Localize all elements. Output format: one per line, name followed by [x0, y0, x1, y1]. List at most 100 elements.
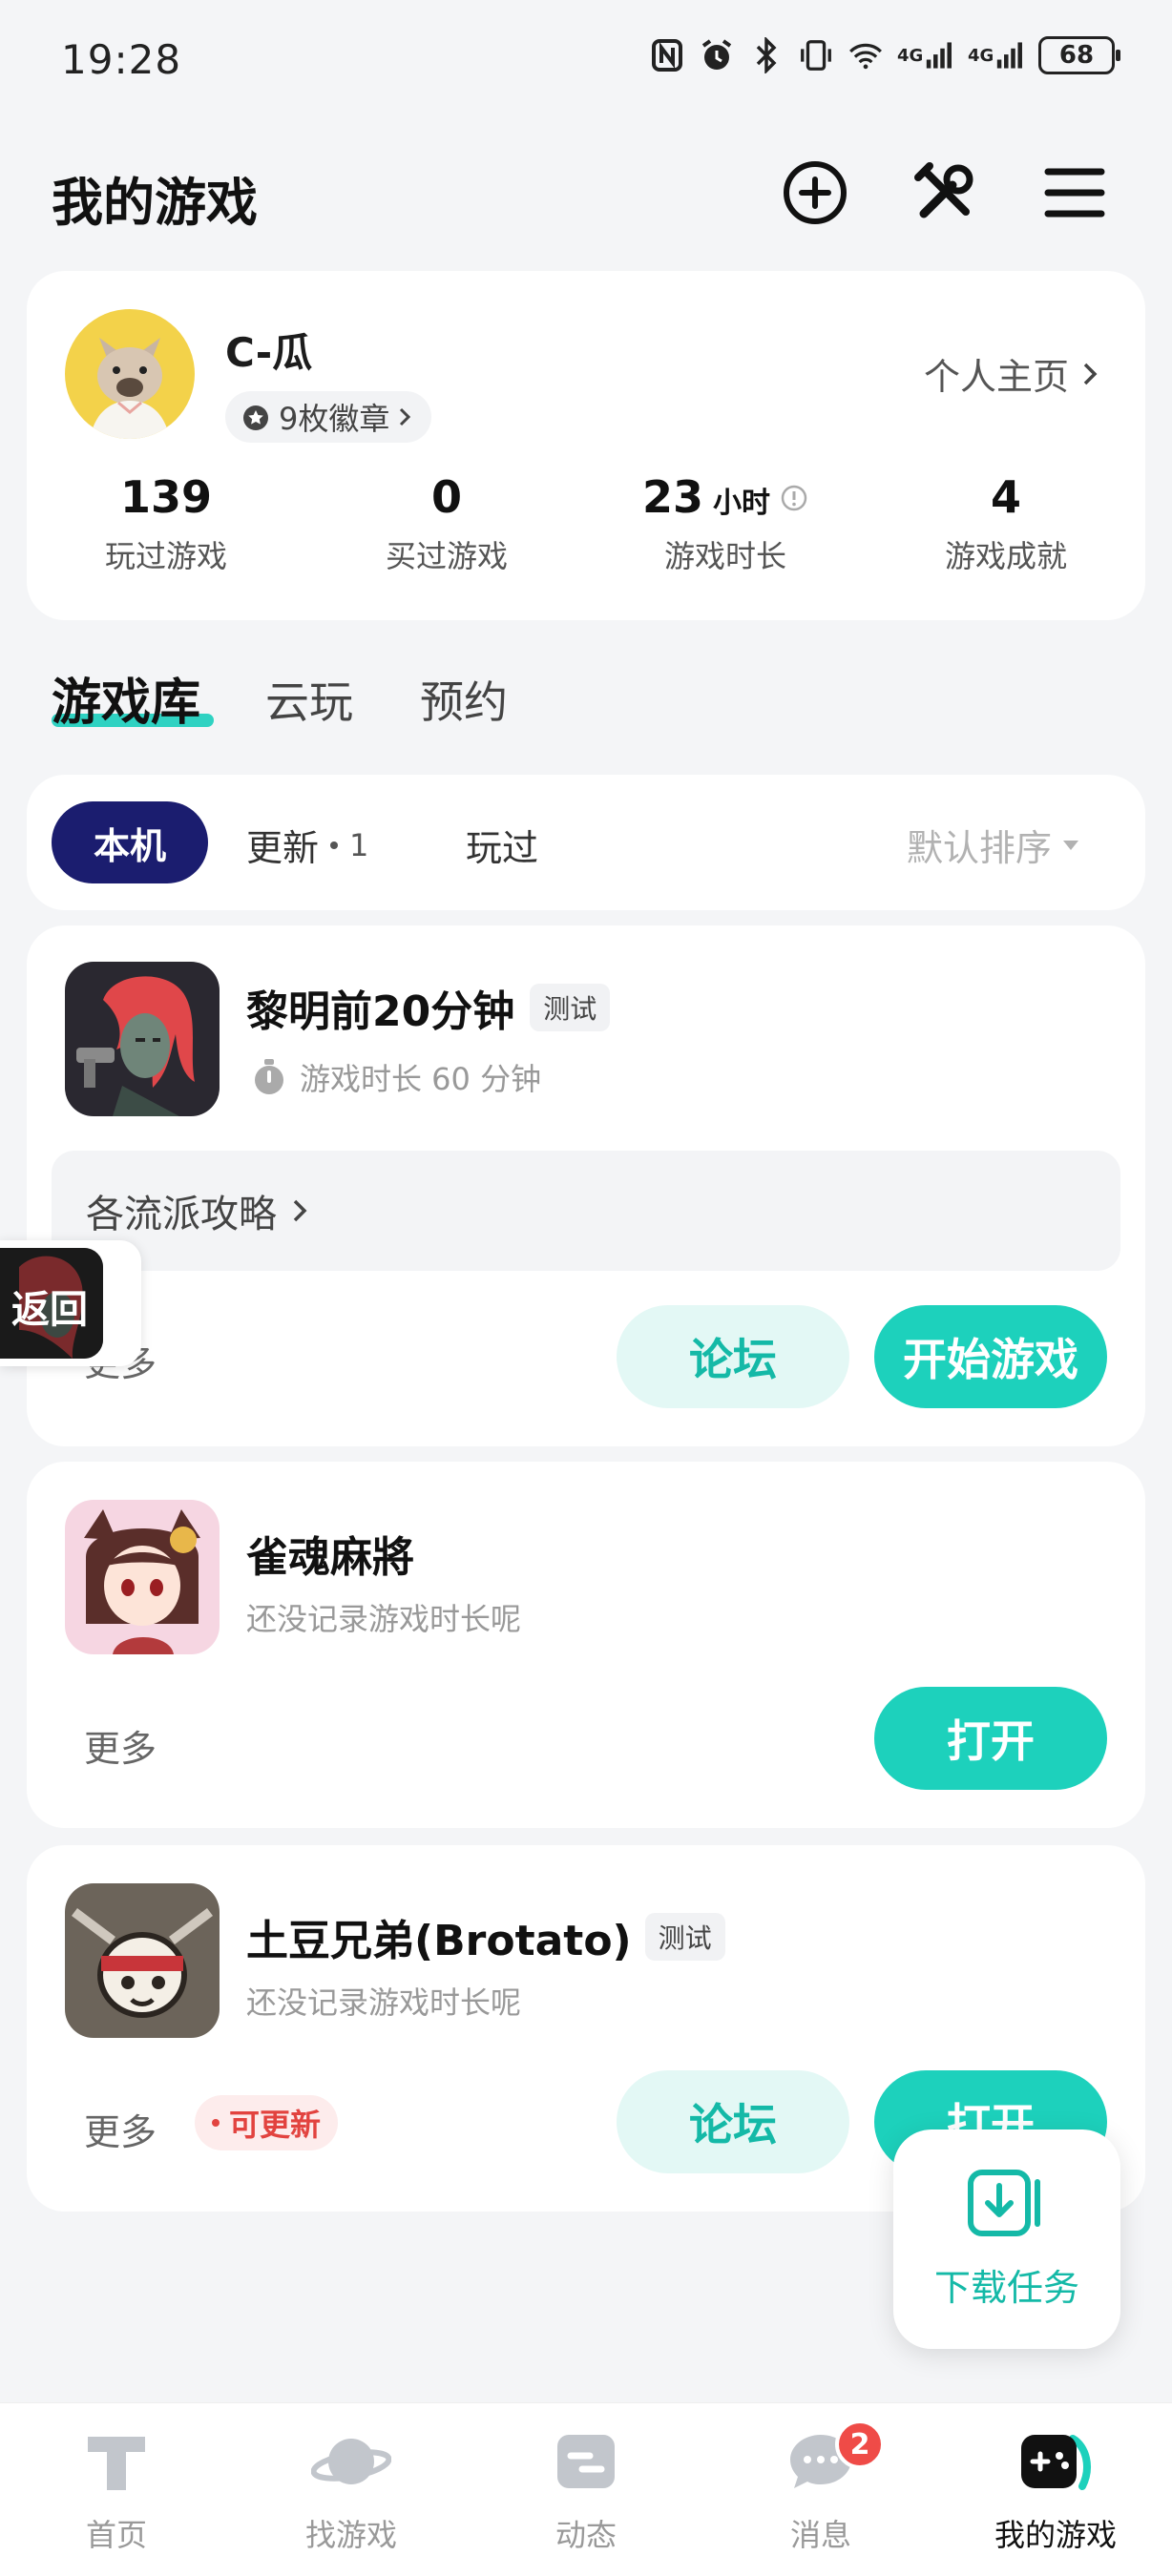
back-label: 返回: [11, 1288, 88, 1332]
network-label-1: 4G: [897, 45, 924, 66]
nav-messages[interactable]: 2 消息: [725, 2420, 916, 2555]
menu-button[interactable]: [1038, 156, 1111, 229]
game-playtime: 游戏时长 60 分钟: [250, 1055, 541, 1099]
forum-button[interactable]: 论坛: [617, 2070, 849, 2173]
signal-icon-2: 4G: [968, 36, 1025, 74]
alarm-icon: [699, 36, 735, 74]
nav-label: 动态: [555, 2517, 617, 2553]
download-tasks-label: 下载任务: [933, 2266, 1079, 2309]
download-tasks-button[interactable]: 下载任务: [893, 2129, 1120, 2349]
stat-value: 23: [641, 471, 703, 523]
avatar[interactable]: [65, 309, 195, 439]
home-icon: [88, 2437, 145, 2490]
more-link[interactable]: 更多: [84, 1719, 157, 1772]
stat-playtime[interactable]: 23 小时 游戏时长: [611, 471, 840, 576]
stat-played[interactable]: 139 玩过游戏: [52, 471, 281, 576]
stat-achievements[interactable]: 4 游戏成就: [891, 471, 1120, 576]
open-button[interactable]: 打开: [874, 1687, 1107, 1790]
nav-feed[interactable]: 动态: [491, 2429, 681, 2555]
red-dot: [212, 2119, 220, 2127]
updatable-tag[interactable]: 可更新: [195, 2095, 339, 2150]
tab-library[interactable]: 游戏库: [52, 662, 200, 734]
filter-update-count: 1: [349, 826, 369, 863]
forum-button[interactable]: 论坛: [617, 1305, 849, 1408]
page-title: 我的游戏: [52, 173, 258, 233]
nfc-icon: [649, 36, 685, 74]
planet-icon: [311, 2439, 391, 2484]
gamepad-icon: [1021, 2435, 1091, 2490]
bluetooth-icon: [748, 36, 785, 74]
stopwatch-icon: [255, 1059, 283, 1094]
filter-played[interactable]: 玩过: [466, 819, 538, 871]
download-icon: [968, 2169, 1040, 2236]
wifi-icon: [848, 36, 884, 74]
badge-count: 9枚徽章: [279, 401, 390, 437]
game-icon-brotato[interactable]: [65, 1883, 220, 2038]
network-label-2: 4G: [968, 45, 994, 66]
game-icon-mahjong[interactable]: [65, 1500, 220, 1654]
message-badge: 2: [835, 2420, 885, 2469]
username: C-瓜: [225, 329, 313, 376]
nav-find-games[interactable]: 找游戏: [256, 2429, 447, 2555]
stat-value: 0: [430, 471, 462, 523]
tab-cloud[interactable]: 云玩: [265, 668, 353, 731]
stat-bought[interactable]: 0 买过游戏: [332, 471, 561, 576]
guide-label: 各流派攻略: [86, 1193, 277, 1236]
stat-value: 4: [990, 471, 1021, 523]
game-name[interactable]: 黎明前20分钟: [246, 977, 514, 1038]
chevron-right-icon: [400, 407, 411, 426]
plus-circle-icon: [784, 161, 847, 224]
test-tag: 测试: [644, 1913, 725, 1961]
game-sub-text: 还没记录游戏时长呢: [246, 1984, 522, 2021]
status-icons: 4G 4G 68: [649, 36, 1120, 74]
game-sub-text: 还没记录游戏时长呢: [246, 1601, 522, 1637]
status-time: 19:28: [61, 36, 182, 83]
home-link-label: 个人主页: [923, 356, 1069, 398]
game-title-row: 土豆兄弟(Brotato) 测试: [246, 1906, 725, 1967]
game-name[interactable]: 土豆兄弟(Brotato): [246, 1906, 632, 1967]
tools-icon: [914, 162, 973, 218]
test-tag: 测试: [530, 984, 611, 1031]
stat-label: 游戏成就: [944, 538, 1067, 574]
chevron-right-icon: [1083, 363, 1098, 384]
nav-label: 找游戏: [304, 2517, 397, 2553]
filter-update-label: 更新: [246, 827, 320, 869]
vibrate-icon: [798, 36, 834, 74]
guide-link[interactable]: 各流派攻略: [52, 1151, 1120, 1271]
sort-label: 默认排序: [906, 827, 1052, 869]
game-title-row: 黎明前20分钟 测试: [246, 977, 611, 1038]
filter-local[interactable]: 本机: [52, 801, 208, 883]
stat-label: 游戏时长: [663, 538, 786, 574]
dot-separator: [330, 841, 339, 849]
info-icon[interactable]: [780, 484, 808, 512]
add-button[interactable]: [779, 156, 851, 229]
nav-label: 首页: [85, 2517, 147, 2553]
caret-down-icon: [1063, 840, 1078, 850]
profile-home-link[interactable]: 个人主页: [924, 347, 1099, 400]
updatable-label: 可更新: [229, 2107, 322, 2143]
chevron-right-icon: [293, 1199, 307, 1222]
start-game-button[interactable]: 开始游戏: [874, 1305, 1107, 1408]
more-link[interactable]: 更多: [84, 2103, 157, 2155]
feed-icon: [557, 2435, 615, 2488]
back-float[interactable]: 返回: [0, 1240, 141, 1366]
battery-level: 68: [1058, 41, 1095, 70]
menu-icon: [1044, 168, 1105, 218]
medal-icon: [243, 405, 268, 430]
tools-button[interactable]: [909, 156, 981, 229]
stat-unit: 小时: [713, 487, 770, 520]
stat-value: 139: [119, 471, 213, 523]
signal-icon-1: 4G: [897, 36, 954, 74]
nav-label: 消息: [789, 2517, 851, 2553]
filter-update[interactable]: 更新 1: [246, 819, 368, 871]
nav-my-games[interactable]: 我的游戏: [960, 2429, 1151, 2555]
game-name[interactable]: 雀魂麻將: [246, 1523, 414, 1584]
battery-icon: 68: [1038, 36, 1120, 74]
stat-label: 买过游戏: [385, 538, 508, 574]
sort-dropdown[interactable]: 默认排序: [907, 819, 1080, 871]
badge-pill[interactable]: 9枚徽章: [225, 391, 432, 443]
nav-home[interactable]: 首页: [21, 2429, 212, 2555]
tab-reserve[interactable]: 预约: [420, 668, 508, 731]
nav-label: 我的游戏: [994, 2517, 1117, 2553]
game-icon-dawn[interactable]: [65, 962, 220, 1116]
